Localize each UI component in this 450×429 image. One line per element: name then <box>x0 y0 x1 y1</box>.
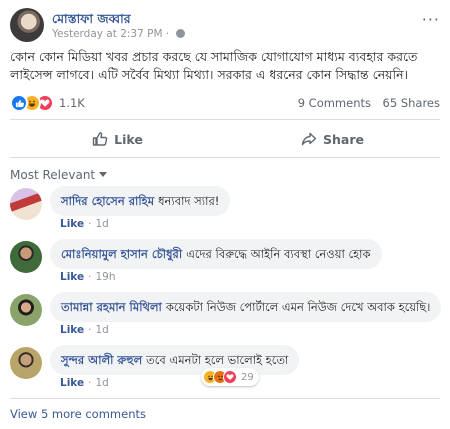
reaction-icons[interactable] <box>10 94 62 112</box>
comment-time[interactable]: 19h <box>95 271 115 283</box>
comment-time[interactable]: 1d <box>95 377 108 389</box>
commenter-name[interactable]: সুন্দর আলী রুহুল <box>61 353 142 367</box>
comment-bubble: সুন্দর আলী রুহুল তবে এমনটা হলে ভালোই হতো <box>50 345 300 375</box>
comment-meta: Like · 1d <box>60 218 109 230</box>
shares-count[interactable]: 65 Shares <box>383 96 440 110</box>
comment-text: ধন্যবাদ স্যার! <box>158 194 220 208</box>
like-label: Like <box>114 131 143 147</box>
comment-meta: Like · 19h <box>60 271 115 283</box>
sort-comments-dropdown[interactable]: Most Relevant <box>10 168 108 182</box>
comment-like-link[interactable]: Like <box>60 324 84 336</box>
comment-text: কয়েকটা নিউজ পোর্টালে এমন নিউজ দেখে অবাক… <box>165 300 431 314</box>
meta-separator: · <box>88 377 92 389</box>
comments-count[interactable]: 9 Comments <box>298 96 371 110</box>
comment-bubble: সাদির হোসেন রাহিম ধন্যবাদ স্যার! <box>50 186 231 216</box>
like-icon <box>10 94 28 112</box>
author-avatar[interactable] <box>10 8 44 42</box>
comment-meta: Like · 1d <box>60 324 109 336</box>
comment-meta: Like · 1d <box>60 377 109 389</box>
divider <box>10 119 440 120</box>
love-icon <box>223 370 237 384</box>
commenter-name[interactable]: তামান্না রহমান মিথিলা <box>61 300 162 314</box>
post-header: মোস্তাফা জব্বার Yesterday at 2:37 PM · ·… <box>10 8 442 42</box>
more-options-button[interactable]: ··· <box>422 10 440 29</box>
meta-separator: · <box>88 324 92 336</box>
post-actions: Like Share <box>10 122 440 156</box>
comment-text: তবে এমনটা হলে ভালোই হতো <box>146 353 289 367</box>
comment-bubble: তামান্না রহমান মিথিলা কয়েকটা নিউজ পোর্টা… <box>50 292 442 322</box>
comment-like-link[interactable]: Like <box>60 271 84 283</box>
commenter-avatar[interactable] <box>10 241 42 273</box>
facebook-post: মোস্তাফা জব্বার Yesterday at 2:37 PM · ·… <box>0 0 450 429</box>
post-stats: 1.1K 9 Comments 65 Shares <box>10 93 442 113</box>
caret-down-icon <box>99 172 108 177</box>
comment-bubble: মোঃনিয়ামুল হাসান চৌধুরী এদের বিরুদ্ধে আই… <box>50 239 382 269</box>
commenter-avatar[interactable] <box>10 188 42 220</box>
sort-label: Most Relevant <box>10 168 96 182</box>
comment-like-link[interactable]: Like <box>60 377 84 389</box>
share-button[interactable]: Share <box>225 122 440 156</box>
meta-separator: · <box>88 218 92 230</box>
reaction-count[interactable]: 1.1K <box>59 96 85 110</box>
comment-text: এদের বিরুদ্ধে আইনি ব্যবস্থা নেওয়া হোক <box>186 247 371 261</box>
meta-separator: · <box>165 28 170 40</box>
post-timestamp[interactable]: Yesterday at 2:37 PM <box>52 28 163 40</box>
comment-like-link[interactable]: Like <box>60 218 84 230</box>
comment-reactions[interactable]: 29 <box>201 368 259 386</box>
divider <box>10 398 440 399</box>
comment-time[interactable]: 1d <box>95 218 108 230</box>
share-arrow-icon <box>301 132 317 146</box>
globe-icon <box>175 29 185 38</box>
post-meta: Yesterday at 2:37 PM · <box>52 28 185 40</box>
meta-separator: · <box>88 271 92 283</box>
view-more-comments-link[interactable]: View 5 more comments <box>10 407 146 421</box>
divider <box>10 157 440 158</box>
thumbs-up-icon <box>92 132 108 146</box>
commenter-name[interactable]: মোঃনিয়ামুল হাসান চৌধুরী <box>61 247 182 261</box>
share-label: Share <box>323 131 364 147</box>
commenter-name[interactable]: সাদির হোসেন রাহিম <box>61 194 154 208</box>
comment-reaction-count: 29 <box>241 371 254 383</box>
like-button[interactable]: Like <box>10 122 225 156</box>
post-text: কোন কোন মিডিয়া খবর প্রচার করছে যে সামাজ… <box>10 49 418 82</box>
commenter-avatar[interactable] <box>10 294 42 326</box>
commenter-avatar[interactable] <box>10 347 42 379</box>
comment-time[interactable]: 1d <box>95 324 108 336</box>
